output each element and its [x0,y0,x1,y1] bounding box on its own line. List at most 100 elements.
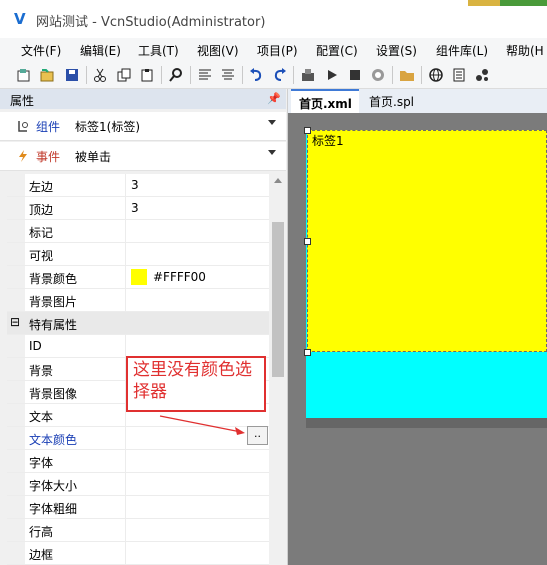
window-title: 网站测试 - VcnStudio(Administrator) [36,15,266,30]
property-row[interactable]: 顶边 3 [7,197,269,220]
plugin-icon[interactable] [474,67,490,83]
property-row[interactable]: ID [7,335,269,358]
property-name: 背景图像 [29,387,78,401]
pin-icon[interactable]: 📌 [267,92,281,105]
copy-icon[interactable] [116,67,132,83]
toolbar [0,62,547,89]
menu-project[interactable]: 项目(P) [257,42,298,59]
label-component-text: 标签1 [312,134,344,148]
property-row[interactable]: 字体 [7,450,269,473]
property-row[interactable]: 边框 [7,542,269,565]
debug-icon[interactable] [370,67,386,83]
property-name: 背景颜色 [29,272,78,286]
row-gutter [7,289,25,311]
property-row[interactable]: 字体大小 [7,473,269,496]
column-divider [125,197,126,219]
section-header[interactable]: ⊟ 特有属性 [7,312,269,335]
document-icon[interactable] [451,67,467,83]
folder-icon[interactable] [399,67,415,83]
row-gutter [7,473,25,495]
property-row[interactable]: 背景图片 [7,289,269,312]
row-gutter [7,243,25,265]
property-name: 文本 [29,410,54,424]
property-value[interactable]: #FFFF00 [153,270,206,284]
row-gutter [7,220,25,242]
property-row[interactable]: 可视 [7,243,269,266]
align-center-icon[interactable] [220,67,236,83]
resize-handle[interactable] [304,349,311,356]
column-divider [125,266,126,288]
stop-icon[interactable] [347,67,363,83]
menu-config[interactable]: 配置(C) [316,42,358,59]
component-label: 组件 [36,120,61,134]
align-left-icon[interactable] [197,67,213,83]
column-divider [125,220,126,242]
toolbar-separator [392,66,393,84]
column-divider [125,174,126,196]
new-icon[interactable] [16,67,32,83]
property-name: 背景 [29,364,54,378]
property-row[interactable]: 标记 [7,220,269,243]
tab-home-xml[interactable]: 首页.xml [291,89,359,115]
toolbar-separator [86,66,87,84]
resize-handle[interactable] [304,127,311,134]
annotation-text: 这里没有颜色选择器 [133,360,252,402]
column-divider [125,243,126,265]
background-window-strip-2 [500,0,547,6]
build-icon[interactable] [300,67,316,83]
menu-edit[interactable]: 编辑(E) [80,42,121,59]
event-selector[interactable]: 事件 被单击 [0,142,286,171]
component-selector[interactable]: 组件 标签1(标签) [0,112,286,141]
save-icon[interactable] [64,67,80,83]
column-divider [125,289,126,311]
toolbar-separator [242,66,243,84]
event-label: 事件 [36,150,61,164]
scroll-up-icon[interactable] [274,178,282,183]
text-color-browse-button[interactable]: .. [247,426,268,445]
paste-icon[interactable] [139,67,155,83]
tab-home-spl[interactable]: 首页.spl [361,89,421,113]
property-row[interactable]: 行高 [7,519,269,542]
menu-view[interactable]: 视图(V) [197,42,239,59]
chevron-down-icon[interactable] [268,120,276,125]
column-divider [125,335,126,357]
column-divider [125,519,126,541]
undo-icon[interactable] [248,67,264,83]
property-row[interactable]: 左边 3 [7,174,269,197]
column-divider [125,473,126,495]
toolbar-separator [421,66,422,84]
menu-settings[interactable]: 设置(S) [376,42,417,59]
property-row[interactable]: 字体粗细 [7,496,269,519]
toolbar-separator [190,66,191,84]
section-title: 特有属性 [29,318,78,332]
selected-label-component[interactable] [307,130,547,352]
property-value[interactable]: 3 [131,201,139,215]
property-value[interactable]: 3 [131,178,139,192]
property-name: 左边 [29,180,54,194]
cut-icon[interactable] [92,67,108,83]
menu-help[interactable]: 帮助(H [506,42,544,59]
collapse-toggle-icon[interactable]: ⊟ [10,315,20,329]
menu-library[interactable]: 组件库(L) [436,42,488,59]
property-name: 可视 [29,249,54,263]
column-divider [125,427,126,449]
open-icon[interactable] [39,67,55,83]
scrollbar-thumb[interactable] [272,222,284,377]
event-lightning-icon [19,150,27,162]
row-gutter [7,427,25,449]
menu-tools[interactable]: 工具(T) [138,42,179,59]
row-gutter [7,197,25,219]
color-swatch[interactable] [131,269,147,285]
redo-icon[interactable] [272,67,288,83]
resize-handle[interactable] [304,238,311,245]
chevron-down-icon[interactable] [268,150,276,155]
menu-bar: 文件(F) 编辑(E) 工具(T) 视图(V) 项目(P) 配置(C) 设置(S… [0,38,547,62]
search-icon[interactable] [168,67,184,83]
row-gutter [7,174,25,196]
globe-icon[interactable] [428,67,444,83]
row-gutter [7,358,25,380]
run-icon[interactable] [324,67,340,83]
menu-file[interactable]: 文件(F) [21,42,61,59]
property-name: 标记 [29,226,54,240]
property-row[interactable]: 背景颜色 #FFFF00 [7,266,269,289]
